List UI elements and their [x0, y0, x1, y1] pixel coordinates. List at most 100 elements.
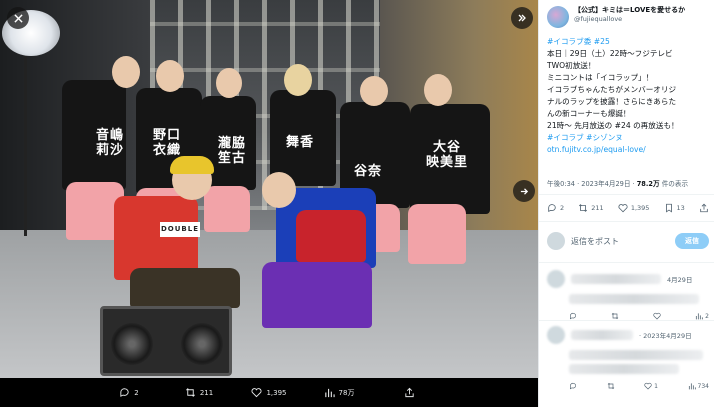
avatar[interactable] — [547, 270, 565, 288]
repost-icon — [579, 204, 588, 212]
reply-reply-button[interactable] — [569, 382, 577, 390]
reply-reply-button[interactable] — [569, 312, 577, 320]
reply-icon — [548, 204, 556, 213]
member-3-head — [216, 68, 242, 98]
reply-views-count: 2 — [705, 312, 709, 320]
member-4-head — [284, 64, 312, 96]
reply-input[interactable]: 返信をポスト — [571, 236, 669, 247]
blurred-text — [569, 350, 703, 360]
reply-like-button[interactable] — [653, 312, 661, 320]
tweet-photo[interactable]: 音嶋 莉沙 野口 衣織 瀧脇 笙古 舞香 谷奈 大谷 映美里 DOUBLE — [0, 0, 538, 378]
reply-views-button[interactable]: 734 — [688, 382, 709, 390]
reply-icon — [570, 312, 576, 320]
expand-button[interactable] — [511, 7, 533, 29]
bookmark-count: 13 — [676, 204, 685, 212]
reply-repost-button[interactable] — [611, 312, 619, 320]
reply-submit-button[interactable]: 返信 — [675, 233, 709, 249]
author-handle[interactable]: @fujiequallove — [574, 15, 702, 24]
hashtag-link[interactable]: #イコラブ #シゾンヌ — [547, 132, 709, 144]
blurred-author — [571, 274, 661, 284]
member-3-shorts — [204, 186, 250, 232]
shirt-label-5: 谷奈 — [353, 164, 382, 179]
tweet-line: ナルのラップを披露！さらにきあらた — [547, 97, 677, 106]
boombox-speaker-left — [111, 323, 153, 365]
tweet-text: #イコラブ委 #25 本日｜29日（土）22時〜フジテレビ TWO初放送！ ミニ… — [547, 36, 709, 156]
tweet-line: TWO初放送！ — [547, 61, 596, 70]
avatar[interactable] — [547, 6, 569, 28]
bookmark-button[interactable]: 13 — [664, 203, 685, 213]
avatar[interactable] — [547, 326, 565, 344]
viewer-views-button[interactable]: 78万 — [304, 387, 374, 398]
tweet-author[interactable]: 【公式】キミは＝LOVEを愛せるか @fujiequallove — [547, 6, 709, 28]
share-button[interactable] — [699, 203, 709, 213]
viewer-reply-count: 2 — [134, 388, 139, 397]
reply-count: 2 — [560, 204, 565, 212]
reply-like-button[interactable]: 1 — [644, 382, 658, 390]
divider — [539, 194, 714, 195]
reply-date[interactable]: 4月29日 — [667, 274, 692, 284]
viewer-repost-button[interactable]: 211 — [164, 387, 234, 398]
shirt-label-2: 野口 衣織 — [152, 128, 181, 158]
tweet-actions: 2 211 1,395 13 — [547, 203, 709, 213]
media-action-bar: 2 211 1,395 78万 — [0, 378, 538, 407]
reply-date[interactable]: · 2023年4月29日 — [639, 330, 692, 340]
viewer-like-button[interactable]: 1,395 — [234, 387, 304, 398]
member-6-head — [424, 74, 452, 106]
viewer-like-count: 1,395 — [266, 388, 287, 397]
chevron-right-icon — [520, 187, 528, 195]
repost-icon — [611, 312, 619, 320]
tweet-line: 本日｜29日（土）22時〜フジテレビ — [547, 49, 673, 58]
viewer-reply-button[interactable]: 2 — [94, 387, 164, 398]
tweet-panel: 【公式】キミは＝LOVEを愛せるか @fujiequallove #イコラブ委 … — [538, 0, 714, 407]
tweet-line: んの新コーナーも爆誕！ — [547, 109, 631, 118]
comedian-1-cap — [170, 156, 214, 174]
repost-count: 211 — [591, 204, 604, 212]
avatar — [547, 232, 565, 250]
expand-icon — [518, 14, 526, 22]
red-shirt-label: DOUBLE — [160, 222, 200, 237]
comedian-1-pants — [130, 268, 240, 308]
tweet-timestamp[interactable]: 午後0:34 · 2023年4月29日 · — [547, 180, 637, 188]
tweet-line: 21時〜 先月放送の #24 の再放送も！ — [547, 121, 679, 130]
shirt-label-3: 瀧脇 笙古 — [217, 136, 246, 166]
next-image-button[interactable] — [513, 180, 535, 202]
reply-card[interactable]: 4月29日 2 — [547, 270, 709, 320]
like-count: 1,395 — [630, 204, 650, 212]
blurred-text — [569, 294, 699, 304]
heart-icon — [618, 204, 628, 213]
reply-views-button[interactable]: 2 — [695, 312, 709, 320]
repost-button[interactable]: 211 — [578, 203, 604, 213]
divider — [539, 221, 714, 222]
media-viewer: 音嶋 莉沙 野口 衣織 瀧脇 笙古 舞香 谷奈 大谷 映美里 DOUBLE 2 … — [0, 0, 538, 407]
url-link[interactable]: otn.fujitv.co.jp/equal-love/ — [547, 144, 709, 156]
reply-actions: 1 734 — [569, 382, 709, 390]
author-name[interactable]: 【公式】キミは＝LOVEを愛せるか — [574, 6, 702, 15]
reply-icon — [120, 388, 129, 397]
comedian-2-pants — [262, 262, 372, 328]
like-button[interactable]: 1,395 — [618, 203, 650, 213]
viewer-repost-count: 211 — [199, 388, 214, 397]
viewer-views-count: 78万 — [338, 388, 355, 397]
blurred-text — [569, 364, 679, 374]
reply-button[interactable]: 2 — [547, 203, 564, 213]
heart-icon — [653, 312, 661, 320]
heart-icon — [644, 382, 652, 390]
viewer-share-button[interactable] — [374, 387, 444, 398]
close-button[interactable] — [7, 7, 29, 29]
close-icon — [13, 13, 23, 23]
tweet-views-count: 78.2万 — [636, 180, 660, 188]
member-5-head — [360, 76, 388, 106]
app-root: 音嶋 莉沙 野口 衣織 瀧脇 笙古 舞香 谷奈 大谷 映美里 DOUBLE 2 … — [0, 0, 714, 407]
tweet-meta: 午後0:34 · 2023年4月29日 · 78.2万 件の表示 — [547, 178, 688, 188]
share-icon — [700, 203, 708, 213]
repost-icon — [185, 388, 195, 397]
hashtag-link[interactable]: #イコラブ委 #25 — [547, 36, 709, 48]
reply-card[interactable]: · 2023年4月29日 1 734 — [547, 326, 709, 390]
views-chart-icon — [688, 383, 696, 390]
lamp-stand — [24, 56, 27, 236]
reply-repost-button[interactable] — [607, 382, 615, 390]
reply-composer: 返信をポスト 返信 — [547, 230, 709, 252]
member-2-head — [156, 60, 184, 92]
repost-icon — [607, 382, 614, 390]
views-chart-icon — [696, 313, 703, 320]
